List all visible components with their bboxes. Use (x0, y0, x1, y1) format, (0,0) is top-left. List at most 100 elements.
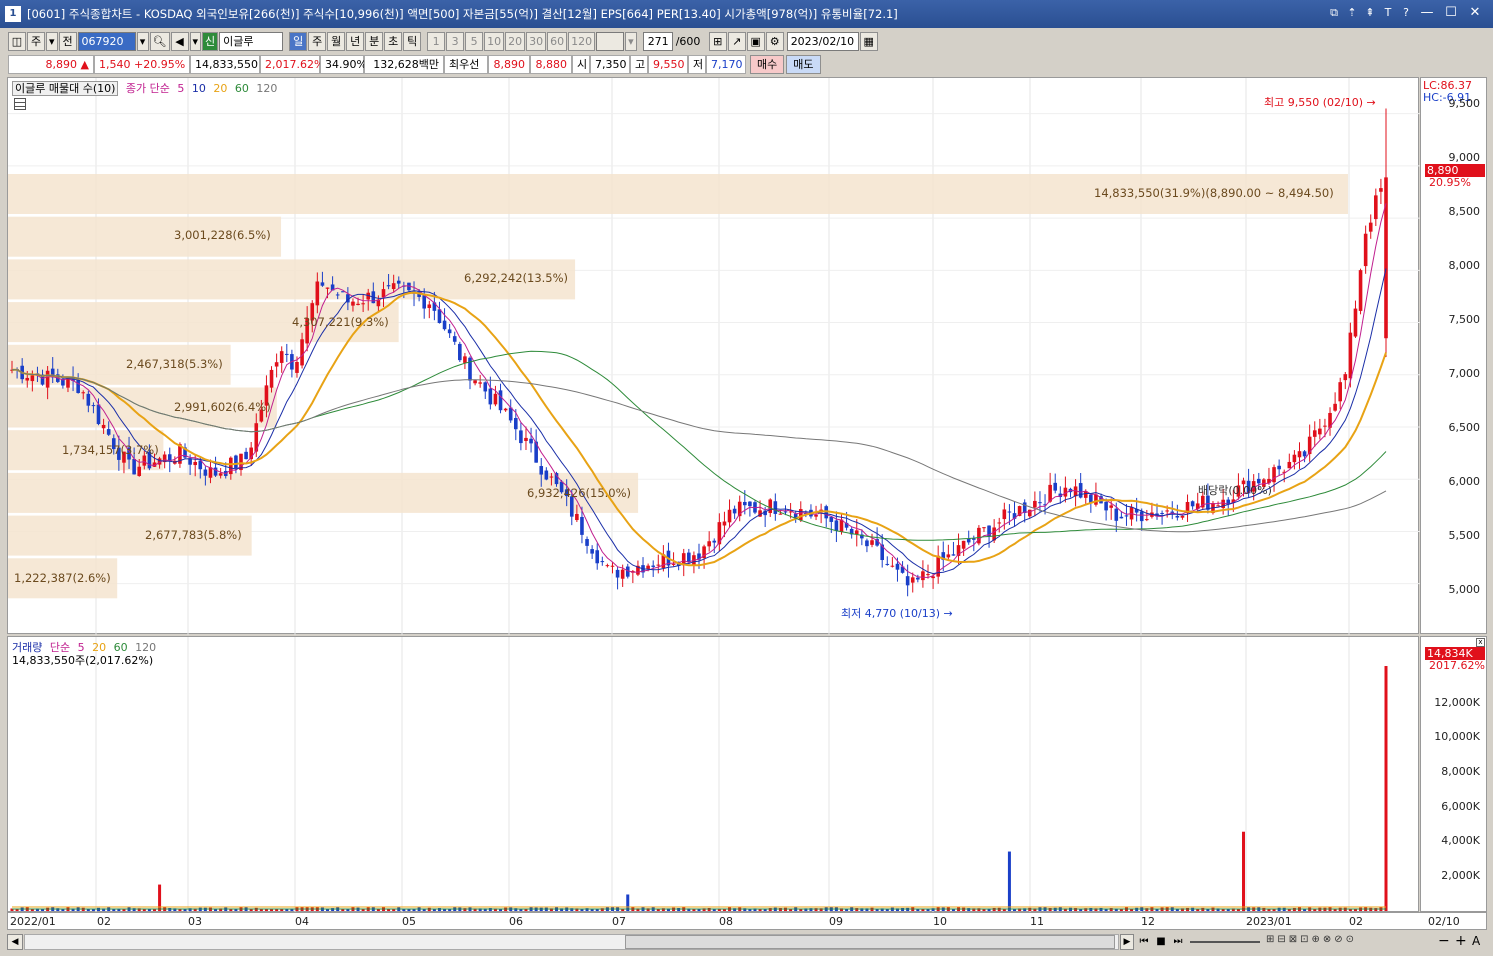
candle-body (773, 501, 778, 514)
candle-body (651, 565, 655, 567)
dividend-annotation: 배당락(0.00%) (1198, 484, 1272, 497)
candle-body (1038, 502, 1042, 504)
search-icon[interactable]: 🔍︎ (149, 31, 170, 51)
date-input[interactable]: 2023/02/10 (786, 31, 859, 51)
scroll-right-icon[interactable]: ▶ (1120, 934, 1134, 950)
date-tick: 08 (719, 915, 733, 928)
compare-icon[interactable]: ⊞ (708, 31, 727, 51)
mode-select[interactable]: 주 (27, 31, 45, 51)
candle-body (524, 437, 528, 441)
volume-chart-canvas[interactable] (8, 637, 1420, 913)
zoom-in-icon[interactable]: + (1455, 933, 1467, 949)
candle-body (45, 370, 50, 388)
volume-profile-label: 6,932,426(15.0%) (527, 486, 632, 500)
zoom-out-icon[interactable]: − (1438, 933, 1450, 949)
minute-custom-input[interactable] (596, 31, 625, 51)
stock-code-input[interactable]: 067920 (77, 31, 136, 51)
maximize-icon[interactable]: ☐ (1441, 5, 1461, 21)
buy-button[interactable]: 매수 (750, 54, 785, 74)
candle-body (142, 455, 147, 466)
scroll-thumb[interactable] (625, 935, 1115, 949)
calendar-icon[interactable]: ▦ (859, 31, 878, 51)
rewind-icon[interactable]: ⏮ (1136, 934, 1152, 950)
period-week[interactable]: 주 (308, 31, 327, 51)
candle-body (814, 514, 818, 517)
minute-3[interactable]: 3 (446, 31, 465, 51)
candle-body (1353, 308, 1358, 337)
help-icon[interactable]: ? (1399, 5, 1413, 21)
candle-body (503, 408, 508, 411)
scroll-left-icon[interactable]: ◀ (7, 934, 23, 950)
volume-bar (1007, 851, 1011, 911)
grid-table-icon[interactable] (14, 98, 26, 110)
pin-icon[interactable]: ⇞ (1363, 5, 1377, 21)
price-chart[interactable]: 이글루 매물대 수(10) 종가 단순 5 10 20 60 120 14,83… (7, 77, 1420, 635)
legend-title[interactable]: 이글루 매물대 수(10) (12, 81, 119, 96)
quote-bar: 8,890 ▲ 1,540 +20.95% 14,833,550 2,017.6… (0, 53, 1493, 75)
tool-icons[interactable]: ⊞⊟⊠⊡⊕⊗⊘⊙ (1266, 934, 1416, 950)
price-axis[interactable]: LC:86.37 HC:-6.91 9,500 9,000 8,500 8,00… (1420, 77, 1487, 634)
candle-body (447, 329, 452, 334)
candle-body (1323, 425, 1327, 427)
period-month[interactable]: 월 (327, 31, 346, 51)
candle-body (442, 320, 447, 330)
candle-body (1022, 502, 1027, 513)
pin-top-icon[interactable]: ⇡ (1345, 5, 1359, 21)
minute-120[interactable]: 120 (568, 31, 596, 51)
volume-bar (488, 908, 492, 911)
sell-button[interactable]: 매도 (786, 54, 821, 74)
speaker-icon[interactable]: ◀︎ (170, 31, 189, 51)
candle-body (798, 509, 803, 521)
font-size-icon[interactable]: A (1472, 934, 1480, 948)
date-tick: 06 (509, 915, 523, 928)
candle-body (951, 554, 956, 556)
date-axis: 2022/01 02 03 04 05 06 07 08 09 10 11 12… (7, 912, 1487, 930)
code-dropdown-icon[interactable]: ▾ (136, 31, 149, 51)
minute-30[interactable]: 30 (526, 31, 547, 51)
minimize-icon[interactable]: — (1417, 5, 1437, 21)
volume-bar (778, 908, 782, 911)
close-icon[interactable]: ✕ (1465, 5, 1485, 21)
candle-body (778, 513, 783, 515)
volume-chart[interactable]: 거래량 단순 5 20 60 120 14,833,550주(2,017.62%… (7, 636, 1420, 913)
candle-body (748, 501, 752, 507)
stock-name-field[interactable]: 이글루 (219, 31, 284, 51)
draw-icon[interactable]: ↗ (727, 31, 746, 51)
minute-20[interactable]: 20 (505, 31, 526, 51)
period-year[interactable]: 년 (346, 31, 365, 51)
speaker-dropdown-icon[interactable]: ▾ (189, 31, 202, 51)
candle-body (854, 530, 859, 535)
count-input[interactable]: 271 (642, 31, 673, 51)
period-tick[interactable]: 틱 (403, 31, 422, 51)
period-second[interactable]: 초 (384, 31, 403, 51)
stop-icon[interactable]: ■ (1153, 934, 1169, 950)
font-icon[interactable]: T (1381, 5, 1395, 21)
legend-ma10: 10 (191, 82, 206, 95)
minute-10[interactable]: 10 (484, 31, 505, 51)
mode-dropdown-icon[interactable]: ▾ (46, 31, 58, 51)
price-tick: 6,000 (1448, 475, 1481, 488)
prev-button[interactable]: 전 (58, 31, 77, 51)
minute-5[interactable]: 5 (465, 31, 484, 51)
candle-body (101, 424, 106, 429)
candle-body (213, 467, 218, 476)
low-annotation-text: 최저 4,770 (10/13) (841, 607, 941, 620)
close-pane-icon[interactable]: x (1476, 638, 1485, 647)
save-icon[interactable]: ▣ (746, 31, 765, 51)
forward-icon[interactable]: ⏭ (1170, 934, 1186, 950)
candle-body (1338, 382, 1342, 402)
right-arrow-icon: → (1366, 96, 1376, 109)
period-minute[interactable]: 분 (365, 31, 384, 51)
volume-axis[interactable]: x 14,834K 2017.62% 12,000K 10,000K 8,000… (1420, 636, 1487, 912)
minute-1[interactable]: 1 (427, 31, 446, 51)
restore-link-icon[interactable]: ⧉ (1327, 5, 1341, 21)
candle-body (1119, 516, 1124, 519)
minute-60[interactable]: 60 (547, 31, 568, 51)
best-bid: 8,880 (530, 54, 572, 74)
zoom-slider[interactable] (1190, 941, 1260, 943)
layout-icon[interactable]: ◫ (8, 31, 26, 51)
candle-body (30, 375, 35, 382)
gear-icon[interactable]: ⚙ (765, 31, 784, 51)
period-day[interactable]: 일 (289, 31, 308, 51)
minute-dropdown-icon[interactable]: ▾ (625, 31, 637, 51)
